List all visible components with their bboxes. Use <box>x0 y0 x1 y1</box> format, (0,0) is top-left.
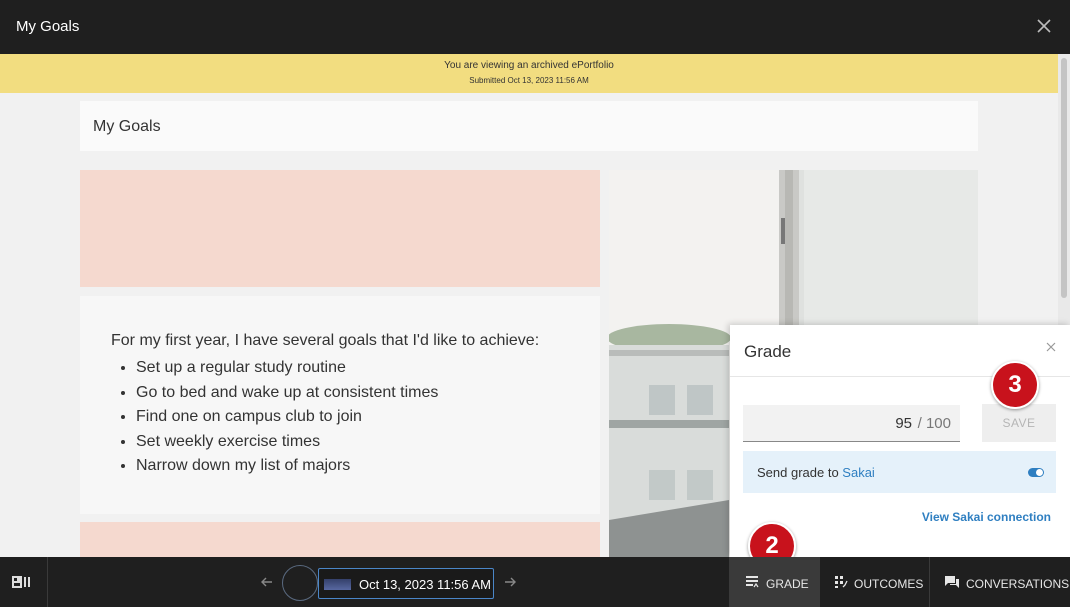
divider <box>47 557 48 607</box>
tab-label: OUTCOMES <box>854 577 924 591</box>
archived-banner: You are viewing an archived ePortfolio S… <box>0 54 1058 93</box>
tab-grade[interactable]: GRADE <box>729 557 819 607</box>
scrollbar-thumb[interactable] <box>1061 58 1067 298</box>
list-item: Set weekly exercise times <box>136 430 438 455</box>
banner-message: You are viewing an archived ePortfolio <box>444 60 614 71</box>
step-badge-save: 3 <box>991 361 1039 409</box>
sidebar-toggle-icon[interactable] <box>12 576 32 588</box>
close-icon[interactable] <box>1032 14 1056 38</box>
list-item: Go to bed and wake up at consistent time… <box>136 381 438 406</box>
score-max: / 100 <box>917 415 951 432</box>
list-item: Find one on campus club to join <box>136 405 438 430</box>
color-block-top <box>80 170 600 287</box>
bottom-toolbar: Oct 13, 2023 11:56 AM GRADE OUTCOMES CON… <box>0 557 1070 607</box>
outcomes-icon <box>835 576 848 588</box>
goals-intro: For my first year, I have several goals … <box>111 332 540 349</box>
send-grade-row: Send grade to Sakai <box>743 451 1056 493</box>
sakai-link[interactable]: Sakai <box>842 465 875 480</box>
score-input[interactable]: 95 / 100 <box>743 405 960 442</box>
arrow-right-icon[interactable] <box>502 574 518 590</box>
list-item: Set up a regular study routine <box>136 356 438 381</box>
timestamp-text: Oct 13, 2023 11:56 AM <box>359 577 492 592</box>
version-timestamp[interactable]: Oct 13, 2023 11:56 AM <box>318 568 494 599</box>
conversations-icon <box>945 576 959 588</box>
timeline-marker[interactable] <box>282 565 318 601</box>
page-header: My Goals <box>80 101 978 151</box>
list-item: Narrow down my list of majors <box>136 454 438 479</box>
grade-icon <box>746 576 759 588</box>
tab-label: CONVERSATIONS <box>966 577 1070 591</box>
save-button[interactable]: SAVE <box>982 404 1056 442</box>
send-grade-toggle[interactable] <box>1028 468 1044 477</box>
send-grade-label: Send grade to <box>757 465 843 480</box>
window-title: My Goals <box>16 18 80 35</box>
grade-panel: Grade 95 / 100 SAVE Send grade to Sakai … <box>730 325 1070 557</box>
goals-list: Set up a regular study routine Go to bed… <box>136 356 438 479</box>
tab-label: GRADE <box>766 577 809 591</box>
close-icon[interactable] <box>1044 340 1058 354</box>
banner-submitted-date: Submitted Oct 13, 2023 11:56 AM <box>469 76 589 85</box>
grade-panel-title: Grade <box>744 342 792 361</box>
color-block-bottom <box>80 522 600 557</box>
arrow-left-icon[interactable] <box>259 574 275 590</box>
score-value: 95 <box>895 415 912 432</box>
page-title: My Goals <box>93 118 161 135</box>
title-bar: My Goals <box>0 0 1070 54</box>
goals-text-card: For my first year, I have several goals … <box>80 296 600 514</box>
version-thumbnail <box>324 579 351 590</box>
tab-conversations[interactable]: CONVERSATIONS <box>930 557 1070 607</box>
tab-outcomes[interactable]: OUTCOMES <box>820 557 929 607</box>
view-sakai-connection-link[interactable]: View Sakai connection <box>922 510 1051 524</box>
